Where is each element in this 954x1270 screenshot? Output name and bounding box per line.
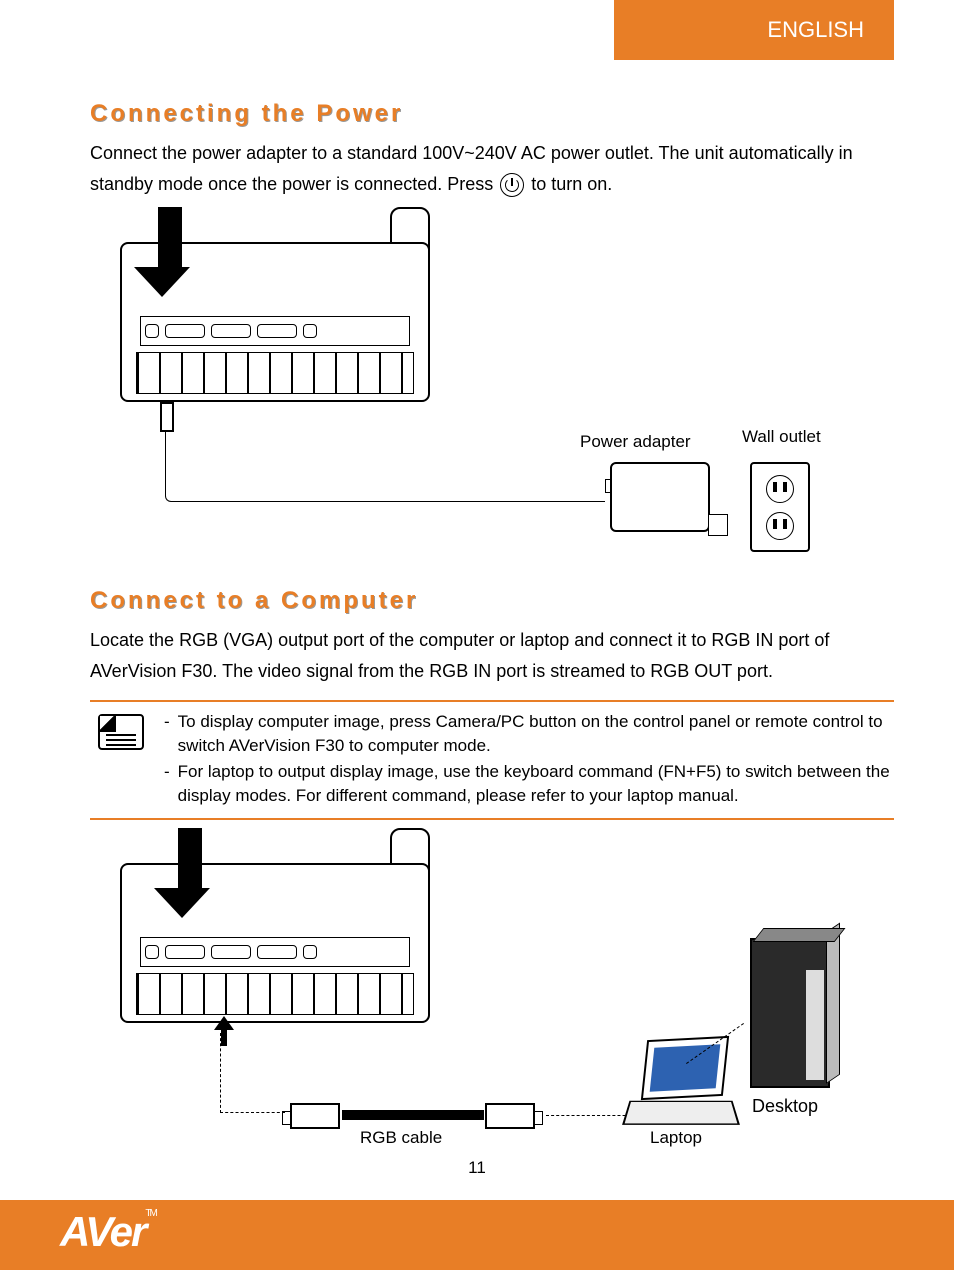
dc-jack-illustration bbox=[160, 402, 174, 432]
wall-outlet-label: Wall outlet bbox=[742, 427, 821, 447]
page-number: 11 bbox=[0, 1158, 954, 1178]
wall-outlet-illustration bbox=[750, 462, 810, 552]
note-icon bbox=[98, 714, 144, 750]
note-list: -To display computer image, press Camera… bbox=[164, 710, 890, 809]
note-text: For laptop to output display image, use … bbox=[178, 760, 890, 808]
note-box: -To display computer image, press Camera… bbox=[90, 700, 894, 819]
vga-connector-left-illustration bbox=[290, 1103, 340, 1129]
section2-paragraph: Locate the RGB (VGA) output port of the … bbox=[90, 625, 894, 686]
dashed-connector-line bbox=[220, 1033, 285, 1113]
section1-para-after: to turn on. bbox=[531, 174, 612, 194]
section1-paragraph: Connect the power adapter to a standard … bbox=[90, 138, 894, 199]
section2-title: Connect to a Computer bbox=[90, 587, 894, 615]
note-text: To display computer image, press Camera/… bbox=[178, 710, 890, 758]
desktop-label: Desktop bbox=[752, 1096, 818, 1117]
figure-power-connection: Power adapter Wall outlet bbox=[90, 207, 894, 567]
laptop-illustration bbox=[626, 1038, 746, 1130]
device-ports bbox=[140, 316, 410, 346]
rgb-cable-label: RGB cable bbox=[360, 1128, 442, 1148]
power-adapter-illustration bbox=[610, 462, 710, 532]
section1-title: Connecting the Power bbox=[90, 100, 894, 128]
desktop-illustration bbox=[750, 938, 830, 1088]
arrow-down-icon bbox=[150, 207, 190, 297]
trademark-symbol: TM bbox=[145, 1208, 155, 1219]
note-item: -For laptop to output display image, use… bbox=[164, 760, 890, 808]
logo-text: AVer bbox=[60, 1208, 145, 1255]
power-adapter-label: Power adapter bbox=[580, 432, 691, 452]
power-cord-illustration bbox=[165, 432, 605, 502]
note-item: -To display computer image, press Camera… bbox=[164, 710, 890, 758]
brand-logo: AVerTM bbox=[60, 1208, 156, 1256]
device-ports bbox=[140, 937, 410, 967]
figure-computer-connection: RGB cable Laptop Desktop bbox=[90, 828, 894, 1128]
laptop-label: Laptop bbox=[650, 1128, 702, 1148]
vga-cable-illustration bbox=[342, 1110, 484, 1120]
page-content: Connecting the Power Connect the power a… bbox=[90, 100, 894, 1128]
arrow-down-icon bbox=[170, 828, 210, 918]
device-illustration bbox=[120, 863, 430, 1023]
vga-connector-right-illustration bbox=[485, 1103, 535, 1129]
power-icon bbox=[500, 173, 524, 197]
language-tab: ENGLISH bbox=[614, 0, 894, 60]
section1-para-before: Connect the power adapter to a standard … bbox=[90, 143, 853, 194]
